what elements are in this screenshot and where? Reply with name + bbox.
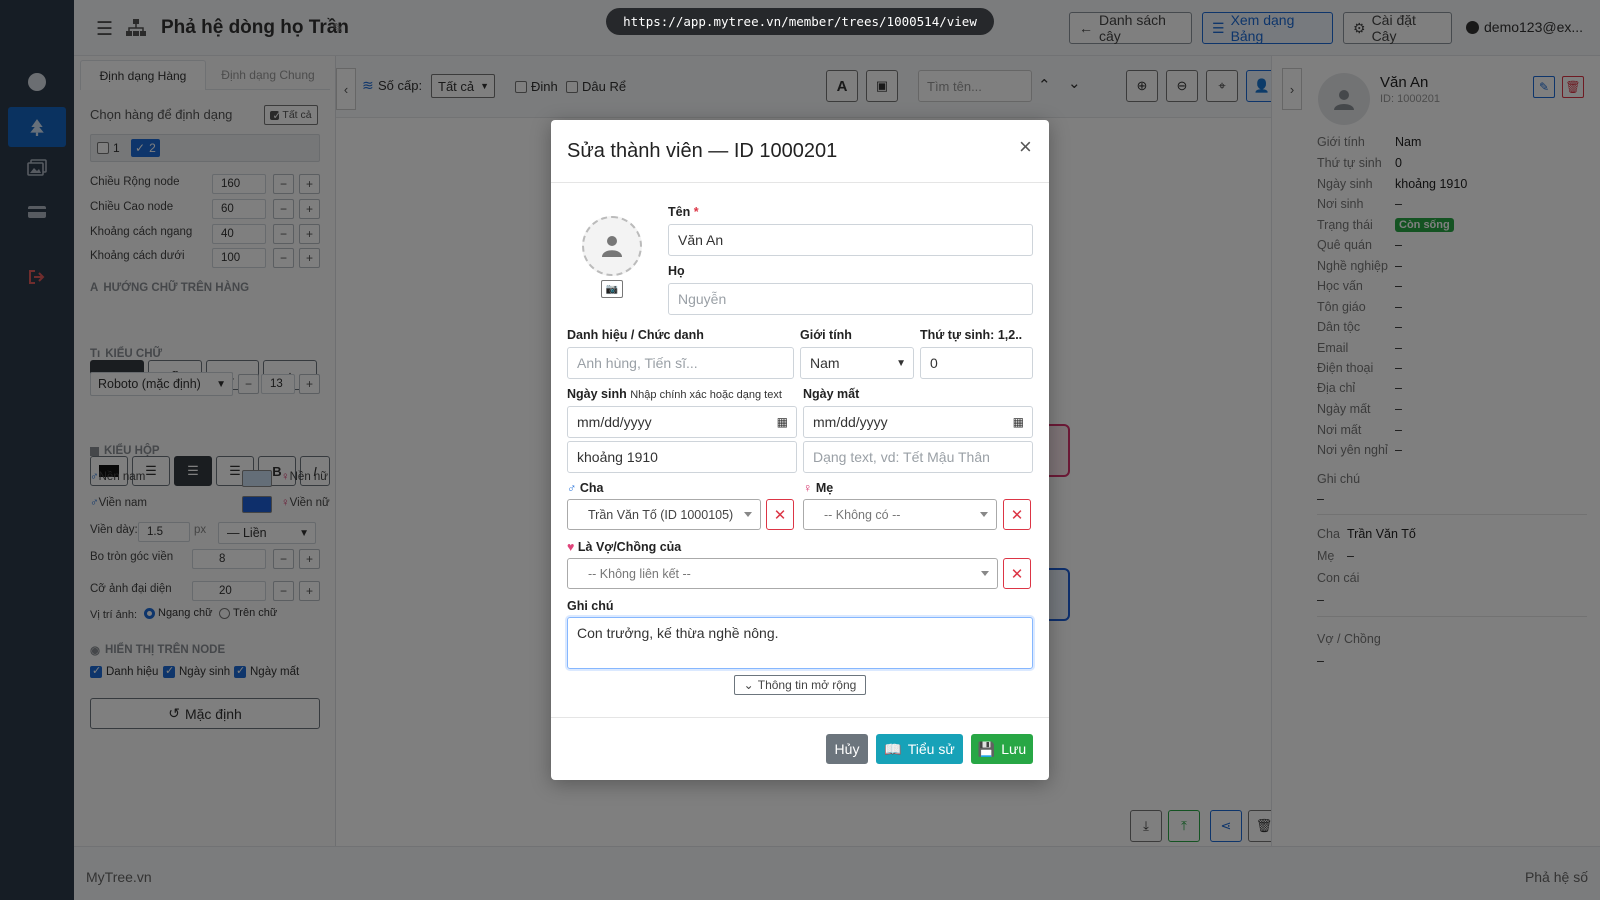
last-name-input[interactable]: Nguyễn — [668, 283, 1033, 315]
biography-button[interactable]: 📖 Tiểu sử — [876, 734, 963, 764]
caret-down-icon — [981, 571, 989, 576]
modal-footer-divider — [551, 717, 1049, 718]
chevron-down-icon: ▼ — [896, 357, 906, 369]
caret-down-icon — [744, 512, 752, 517]
floppy-icon: 💾 — [977, 740, 996, 757]
edit-member-modal: Sửa thành viên — ID 1000201 × 📷 Tên * Vă… — [551, 120, 1049, 780]
book-icon: 📖 — [884, 740, 902, 757]
mother-select[interactable]: -- Không có -- — [803, 499, 997, 530]
father-select[interactable]: Trần Văn Tố (ID 1000105) — [567, 499, 761, 530]
honorific-input[interactable]: Anh hùng, Tiến sĩ... — [567, 347, 794, 379]
death-date-label: Ngày mất — [803, 387, 860, 401]
gender-label: Giới tính — [800, 328, 852, 342]
birth-order-label: Thứ tự sinh: 1,2.. — [920, 328, 1023, 342]
url-bar: https://app.mytree.vn/member/trees/10005… — [606, 8, 994, 35]
father-field-label: ♂ Cha — [567, 481, 604, 495]
calendar-icon: ▦ — [776, 415, 788, 429]
close-icon: × — [1019, 134, 1032, 159]
death-date-input[interactable]: mm/dd/yyyy ▦ — [803, 406, 1033, 438]
modal-title: Sửa thành viên — ID 1000201 — [567, 140, 838, 162]
note-field-label: Ghi chú — [567, 599, 614, 613]
clear-mother-button[interactable]: ✕ — [1003, 499, 1031, 530]
male-icon: ♂ — [567, 481, 577, 495]
clear-father-button[interactable]: ✕ — [766, 499, 794, 530]
gender-select[interactable]: Nam ▼ — [800, 347, 914, 379]
close-icon: ✕ — [773, 506, 787, 524]
first-name-label: Tên * — [668, 205, 699, 219]
caret-down-icon — [980, 512, 988, 517]
close-icon: ✕ — [1010, 506, 1024, 524]
birth-date-input[interactable]: mm/dd/yyyy ▦ — [567, 406, 797, 438]
clear-spouse-button[interactable]: ✕ — [1003, 558, 1031, 589]
spouse-field-label: ♥ Là Vợ/Chồng của — [567, 540, 682, 554]
close-icon: ✕ — [1010, 565, 1024, 583]
first-name-input[interactable]: Văn An — [668, 224, 1033, 256]
note-textarea[interactable]: Con trưởng, kế thừa nghề nông. — [567, 617, 1033, 669]
user-icon — [602, 236, 622, 257]
avatar-placeholder[interactable] — [582, 216, 642, 276]
heart-icon: ♥ — [567, 540, 575, 554]
birth-date-label: Ngày sinh Nhập chính xác hoặc dạng text — [567, 387, 782, 401]
calendar-icon: ▦ — [1012, 415, 1024, 429]
extended-info-button[interactable]: ⌄ Thông tin mở rộng — [734, 675, 866, 695]
spouse-select[interactable]: -- Không liên kết -- — [567, 558, 998, 589]
camera-icon: 📷 — [605, 283, 619, 295]
honorific-label: Danh hiệu / Chức danh — [567, 328, 704, 342]
last-name-label: Họ — [668, 264, 685, 278]
save-button[interactable]: 💾 Lưu — [971, 734, 1033, 764]
birth-order-input[interactable]: 0 — [920, 347, 1033, 379]
modal-header-divider — [551, 182, 1049, 183]
modal-close-button[interactable]: × — [1019, 134, 1032, 160]
birth-text-input[interactable]: khoảng 1910 — [567, 441, 797, 473]
cancel-button[interactable]: Hủy — [826, 734, 868, 764]
female-icon: ♀ — [803, 481, 813, 495]
upload-photo-button[interactable]: 📷 — [601, 280, 623, 298]
mother-field-label: ♀ Mẹ — [803, 481, 834, 495]
chevron-down-icon: ⌄ — [743, 678, 754, 692]
death-text-input[interactable]: Dạng text, vd: Tết Mậu Thân — [803, 441, 1033, 473]
